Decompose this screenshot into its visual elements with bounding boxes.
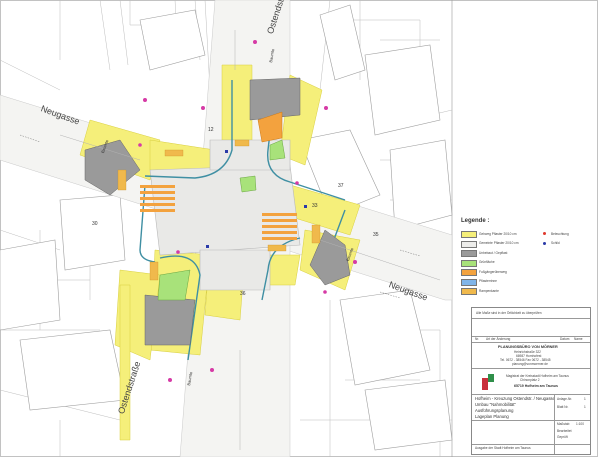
- legend-symbol-item: Beleuchtung: [543, 230, 587, 238]
- legend-panel: Legende : Gehweg Pflaster 20/10 cm Gemein…: [461, 218, 589, 300]
- legend-symbol-item: Schild: [543, 240, 587, 248]
- legend-swatch: [461, 231, 477, 238]
- title-block-note: Alle Maße sind in der Örtlichkeit zu übe…: [476, 311, 542, 315]
- legend-item-label: Fußgängerüberweg: [479, 269, 507, 274]
- legend-item: Unbebaut / Gepflast: [461, 249, 551, 257]
- project-plan-type: Lageplan Planung: [475, 414, 509, 419]
- title-block: Alle Maße sind in der Örtlichkeit zu übe…: [471, 307, 591, 455]
- legend-swatch: [461, 278, 477, 286]
- legend-item-label: Gemeinte Pflaster 20/10 cm: [479, 241, 519, 245]
- legend-item: Pflasterrinne: [461, 278, 551, 286]
- legend-item-label: Unbebaut / Gepflast: [479, 250, 508, 255]
- sheet-number: 1: [584, 405, 586, 409]
- house-number-36: 36: [240, 291, 246, 297]
- legend-symbol: [543, 241, 546, 245]
- revision-col-change: Art der Änderung: [486, 337, 511, 341]
- plan-sheet: { "streets": { "neugasse_left": "Neugass…: [0, 0, 598, 457]
- legend-item: Fußgängerüberweg: [461, 268, 551, 276]
- legend-item: Rampenkante: [461, 287, 551, 295]
- checked-by-label: Geprüft: [557, 435, 568, 439]
- legend-symbol-label: Schild: [551, 241, 560, 245]
- legend-item: Grünfläche: [461, 259, 551, 267]
- legend-swatch: [461, 288, 477, 295]
- revision-col-date: Datum: [560, 337, 570, 341]
- revision-col-name: Name: [574, 337, 583, 341]
- revision-col-number: Nr.: [475, 337, 480, 341]
- project-subtitle: Umbau "Nahmobilität": [475, 402, 516, 407]
- plan-number-label: Anlage-Nr.: [557, 397, 573, 401]
- legend-item: Gehweg Pflaster 20/10 cm: [461, 230, 551, 238]
- scale-label: Maßstab: [557, 422, 570, 426]
- house-number-30: 30: [92, 221, 98, 227]
- house-number-37: 37: [338, 183, 344, 189]
- legend-swatch: [461, 250, 477, 257]
- legend-symbol: [543, 232, 546, 235]
- legend-item-label: Rampenkante: [479, 288, 499, 293]
- legend-symbol-label: Beleuchtung: [551, 231, 569, 236]
- project-title: Hofheim - Kreuzung Ostendstr. / Neugasse: [475, 396, 555, 401]
- project-phase: Ausführungsplanung: [475, 408, 514, 413]
- legend-title: Legende :: [461, 218, 490, 224]
- legend-swatch: [461, 240, 477, 248]
- legend-item-label: Gehweg Pflaster 20/10 cm: [479, 231, 517, 236]
- plan-number: 1: [584, 397, 586, 401]
- legend-item: Gemeinte Pflaster 20/10 cm: [461, 240, 551, 248]
- client-address: Chinonplatz 2: [520, 378, 540, 382]
- office-name: PLANUNGSBÜRO VON MÖRNER: [498, 345, 558, 349]
- legend-item-label: Pflasterrinne: [479, 279, 497, 283]
- house-number-12: 12: [208, 127, 214, 133]
- legend-swatch: [461, 259, 477, 267]
- client-city: 65719 Hofheim am Taunus: [514, 384, 558, 388]
- scale-value: 1:100: [576, 422, 584, 426]
- title-block-footer: Ausgabe der Stadt Hofheim am Taunus: [475, 446, 531, 450]
- legend-item-label: Grünfläche: [479, 260, 495, 264]
- house-number-33: 33: [312, 203, 318, 209]
- drawn-by-label: Bearbeitet: [557, 429, 572, 433]
- house-number-35: 35: [373, 232, 379, 238]
- sheet-number-label: Blatt Nr.: [557, 405, 569, 409]
- city-logo: [482, 374, 496, 390]
- office-email: planung@vonmoerner.de: [512, 362, 548, 366]
- legend-swatch: [461, 269, 477, 276]
